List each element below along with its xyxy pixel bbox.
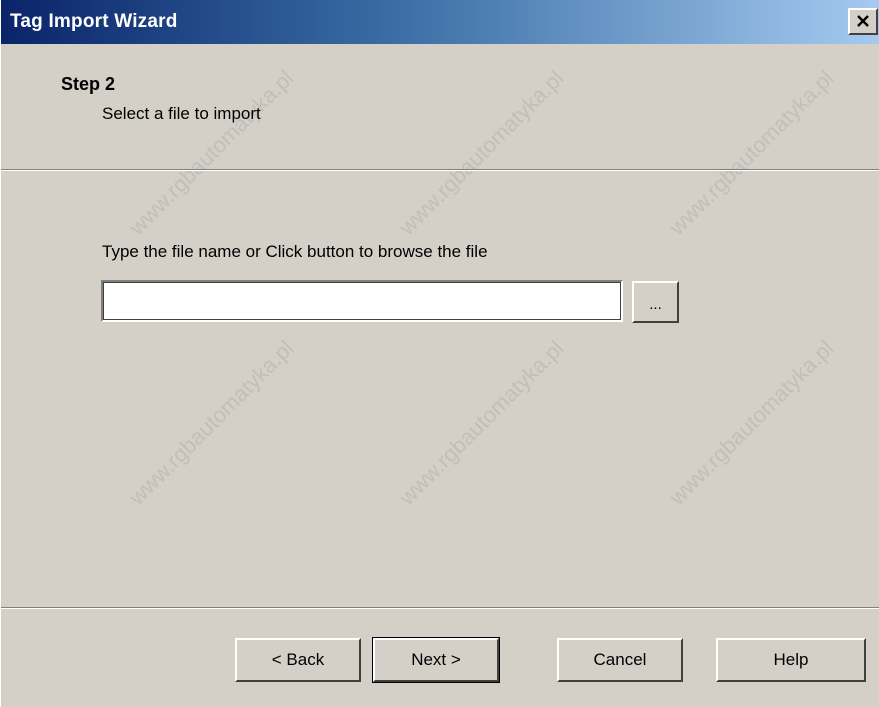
help-button[interactable]: Help — [716, 638, 866, 682]
tag-import-wizard-window: www.rgbautomatyka.pl www.rgbautomatyka.p… — [0, 0, 879, 707]
next-button[interactable]: Next > — [372, 637, 500, 683]
close-icon — [857, 15, 869, 27]
watermark-text: www.rgbautomatyka.pl — [664, 335, 839, 510]
watermark-text: www.rgbautomatyka.pl — [394, 65, 569, 240]
watermark-text: www.rgbautomatyka.pl — [124, 65, 299, 240]
step-title: Step 2 — [61, 74, 116, 94]
file-prompt-label: Type the file name or Click button to br… — [102, 242, 488, 261]
footer-divider — [1, 607, 879, 609]
watermark-text: www.rgbautomatyka.pl — [394, 335, 569, 510]
title-bar: Tag Import Wizard — [1, 0, 879, 44]
watermark-text: www.rgbautomatyka.pl — [124, 335, 299, 510]
browse-button[interactable]: ... — [632, 281, 679, 323]
header-divider — [1, 169, 879, 171]
cancel-button[interactable]: Cancel — [557, 638, 683, 682]
step-subtitle: Select a file to import — [102, 104, 261, 123]
window-title: Tag Import Wizard — [10, 11, 178, 32]
watermark-text: www.rgbautomatyka.pl — [664, 65, 839, 240]
file-name-input[interactable] — [101, 280, 623, 322]
close-button[interactable] — [848, 8, 878, 35]
back-button[interactable]: < Back — [235, 638, 361, 682]
